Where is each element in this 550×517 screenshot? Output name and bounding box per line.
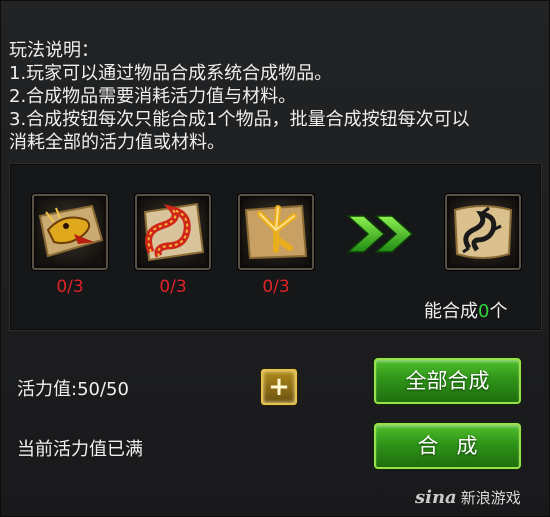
material-slot-3[interactable] (238, 194, 314, 270)
add-stamina-button[interactable]: + (261, 369, 297, 405)
synthesis-window: 玩法说明： 1.玩家可以通过物品合成系统合成物品。 2.合成物品需要消耗活力值与… (0, 0, 550, 517)
dragon-claw-scroll-icon (244, 204, 308, 260)
material-count-1: 0/3 (56, 277, 84, 297)
instructions-line-1: 1.玩家可以通过物品合成系统合成物品。 (9, 63, 333, 84)
result-slot[interactable] (445, 194, 521, 270)
double-chevron-right-icon (346, 215, 414, 253)
craft-button[interactable]: 合成 (374, 423, 521, 469)
craft-all-button[interactable]: 全部合成 (374, 358, 521, 404)
dragon-head-scroll-icon (38, 204, 104, 258)
crafting-panel: 0/3 0/3 0/3 能合成0个 (9, 163, 542, 331)
material-count-3: 0/3 (262, 277, 290, 297)
stamina-value: 活力值:50/50 (17, 379, 129, 400)
craftable-suffix: 个 (489, 301, 508, 322)
craftable-prefix: 能合成 (424, 301, 478, 322)
instructions-line-4: 消耗全部的活力值或材料。 (9, 132, 225, 153)
dragon-totem-scroll-icon (453, 205, 513, 259)
instructions-text: 玩法说明： 1.玩家可以通过物品合成系统合成物品。 2.合成物品需要消耗活力值与… (9, 39, 545, 154)
watermark: sina 新浪游戏 (415, 485, 521, 509)
stamina-status: 当前活力值已满 (17, 439, 143, 460)
craftable-count-text: 能合成0个 (424, 297, 507, 323)
plus-icon: + (268, 372, 290, 402)
instructions-line-3: 3.合成按钮每次只能合成1个物品，批量合成按钮每次可以 (9, 109, 470, 130)
craftable-count: 0 (478, 301, 490, 322)
sina-logo: sina (415, 486, 457, 508)
instructions-title: 玩法说明： (9, 40, 99, 61)
material-slot-2[interactable] (135, 194, 211, 270)
material-count-2: 0/3 (159, 277, 187, 297)
watermark-text: 新浪游戏 (460, 488, 521, 507)
dragon-body-scroll-icon (143, 202, 205, 262)
material-slot-1[interactable] (32, 194, 108, 270)
instructions-line-2: 2.合成物品需要消耗活力值与材料。 (9, 86, 297, 107)
